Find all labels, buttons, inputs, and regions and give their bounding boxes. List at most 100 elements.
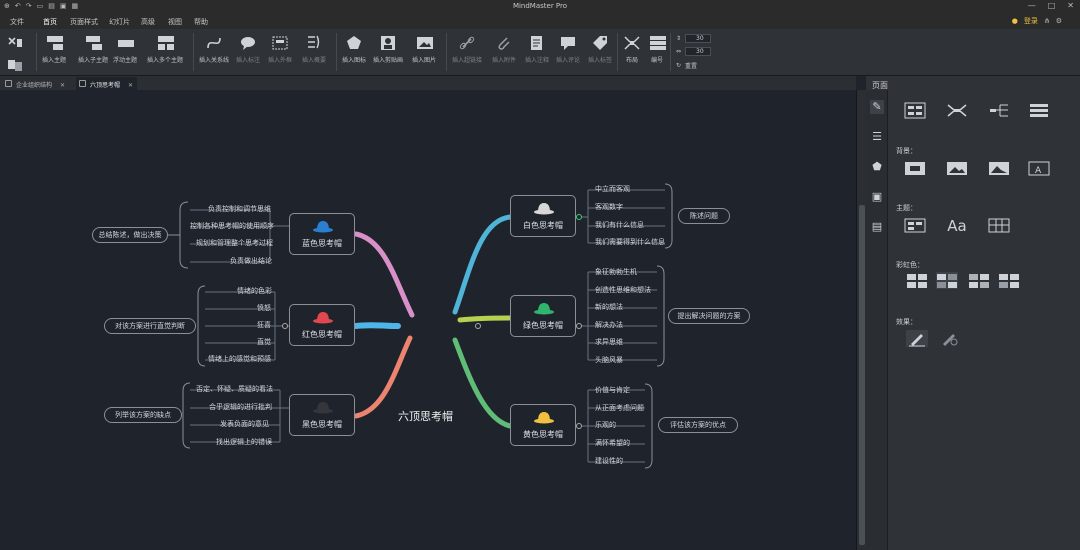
canvas-scrollbar[interactable] xyxy=(856,90,866,550)
insert-icon-button[interactable]: 插入图标 xyxy=(342,34,366,64)
login-link[interactable]: 登录 xyxy=(1024,16,1038,26)
theme-font-option[interactable]: Aa xyxy=(946,217,968,235)
background-option-3[interactable] xyxy=(988,160,1010,177)
insert-topic-button[interactable]: 插入主题 xyxy=(42,34,66,64)
numbering-button[interactable]: 编号 xyxy=(648,34,666,64)
menu-slides[interactable]: 幻灯片 xyxy=(109,17,130,27)
green-item-3[interactable]: 新的想法 xyxy=(595,302,623,312)
red-hat-node[interactable]: 红色思考帽 xyxy=(289,304,355,346)
insert-boundary-button[interactable]: 插入外框 xyxy=(268,34,292,64)
red-item-3[interactable]: 狂喜 xyxy=(257,320,271,330)
close-tab-icon[interactable]: ✕ xyxy=(60,82,65,89)
menu-home[interactable]: 首页 xyxy=(43,17,57,27)
green-item-2[interactable]: 创造性思维和想法 xyxy=(595,285,651,295)
white-summary[interactable]: 陈述问题 xyxy=(678,208,730,224)
yellow-item-1[interactable]: 价值与肯定 xyxy=(595,385,630,395)
vertical-spacing-input[interactable]: 30 xyxy=(685,47,712,56)
white-hat-node[interactable]: 白色思考帽 xyxy=(510,195,576,237)
blue-item-2[interactable]: 控制各种思考帽的使用顺序 xyxy=(190,221,274,231)
insert-callout-button[interactable]: 插入标注 xyxy=(236,34,260,64)
background-option-4[interactable]: A xyxy=(1028,160,1050,177)
insert-relationship-button[interactable]: 插入关系线 xyxy=(199,34,229,64)
black-item-2[interactable]: 合乎逻辑的进行批判 xyxy=(209,402,272,412)
yellow-item-3[interactable]: 乐观的 xyxy=(595,420,616,430)
red-item-2[interactable]: 愤怒 xyxy=(257,303,271,313)
yellow-item-5[interactable]: 建设性的 xyxy=(595,456,623,466)
green-item-1[interactable]: 象征勃勃生机 xyxy=(595,267,637,277)
reset-button[interactable]: ↻ 重置 xyxy=(676,61,697,70)
insert-comment-button[interactable]: 插入评论 xyxy=(556,34,580,64)
yellow-hat-node[interactable]: 黄色思考帽 xyxy=(510,404,576,446)
black-item-4[interactable]: 找出逻辑上的错误 xyxy=(216,437,272,447)
insert-image-button[interactable]: 插入图片 xyxy=(412,34,436,64)
effect-option-2[interactable] xyxy=(938,330,960,347)
settings-icon[interactable]: ⚙ xyxy=(1056,17,1062,25)
insert-summary-button[interactable]: 插入概要 xyxy=(302,34,326,64)
blue-item-4[interactable]: 负责做出结论 xyxy=(230,256,272,266)
black-item-1[interactable]: 否定、怀疑、质疑的看法 xyxy=(196,384,273,394)
red-item-5[interactable]: 情绪上的感觉和预感 xyxy=(208,354,271,364)
close-button[interactable]: ✕ xyxy=(1067,1,1074,10)
blue-item-1[interactable]: 负责控制和调节思维 xyxy=(208,204,271,214)
green-item-6[interactable]: 头脑风暴 xyxy=(595,355,623,365)
page-format-icon[interactable]: ✎ xyxy=(870,100,884,114)
theme-option-3[interactable] xyxy=(988,217,1010,234)
blue-summary[interactable]: 总结陈述，做出决策 xyxy=(92,227,168,243)
white-item-3[interactable]: 我们有什么信息 xyxy=(595,220,644,230)
white-item-2[interactable]: 客观数字 xyxy=(595,202,623,212)
clipboard-button[interactable] xyxy=(6,56,24,77)
yellow-item-2[interactable]: 从正面考虑问题 xyxy=(595,403,644,413)
insert-attachment-button[interactable]: 插入附件 xyxy=(492,34,516,64)
menu-page-style[interactable]: 页面样式 xyxy=(70,17,98,27)
mindmap-canvas[interactable]: 六顶思考帽 蓝色思考帽 负责控制和调节思维 控制各种思考帽的使用顺序 规划和管理… xyxy=(0,90,856,550)
tab-six-hats[interactable]: 六顶思考帽 ✕ xyxy=(76,77,137,90)
black-summary[interactable]: 列举该方案的缺点 xyxy=(104,407,182,423)
task-icon[interactable]: ▤ xyxy=(870,220,884,234)
icon-library-icon[interactable]: ⬟ xyxy=(870,160,884,174)
scrollbar-thumb[interactable] xyxy=(859,205,865,545)
horizontal-spacing-input[interactable]: 30 xyxy=(685,34,712,43)
green-item-4[interactable]: 解决办法 xyxy=(595,320,623,330)
blue-item-3[interactable]: 规划和管理整个思考过程 xyxy=(196,238,273,248)
background-option-2[interactable] xyxy=(946,160,968,177)
white-item-1[interactable]: 中立而客观 xyxy=(595,184,630,194)
layout-button[interactable]: 布局 xyxy=(623,34,641,64)
menu-file[interactable]: 文件 xyxy=(10,17,24,27)
theme-option-1[interactable] xyxy=(904,217,926,234)
insert-note-button[interactable]: 插入注释 xyxy=(525,34,549,64)
close-tab-icon[interactable]: ✕ xyxy=(128,82,133,89)
menu-view[interactable]: 视图 xyxy=(168,17,182,27)
rainbow-option-3[interactable] xyxy=(968,272,990,289)
tab-org-structure[interactable]: 企业组织结构 ✕ xyxy=(2,77,69,90)
white-item-4[interactable]: 我们需要得到什么信息 xyxy=(595,237,665,247)
yellow-summary[interactable]: 评估该方案的优点 xyxy=(658,417,738,433)
layout-option-2[interactable] xyxy=(946,102,968,119)
minimize-button[interactable]: — xyxy=(1028,1,1036,10)
black-hat-node[interactable]: 黑色思考帽 xyxy=(289,394,355,436)
rainbow-option-1[interactable] xyxy=(906,272,928,289)
menu-help[interactable]: 帮助 xyxy=(194,17,208,27)
green-item-5[interactable]: 求异思维 xyxy=(595,337,623,347)
insert-tag-button[interactable]: 插入标签 xyxy=(588,34,612,64)
background-option-1[interactable] xyxy=(904,160,926,177)
layout-option-4[interactable] xyxy=(1028,102,1050,119)
layout-option-1[interactable] xyxy=(904,102,926,119)
green-summary[interactable]: 提出解决问题的方案 xyxy=(668,308,750,324)
outline-icon[interactable]: ☰ xyxy=(870,130,884,144)
layout-option-3[interactable] xyxy=(988,102,1010,119)
share-icon[interactable]: ⋔ xyxy=(1044,17,1050,25)
effect-option-1[interactable] xyxy=(906,330,928,347)
rainbow-option-4[interactable] xyxy=(998,272,1020,289)
menu-advanced[interactable]: 高级 xyxy=(141,17,155,27)
green-hat-node[interactable]: 绿色思考帽 xyxy=(510,295,576,337)
blue-hat-node[interactable]: 蓝色思考帽 xyxy=(289,213,355,255)
central-topic[interactable]: 六顶思考帽 xyxy=(398,408,453,424)
red-summary[interactable]: 对该方案进行直觉判断 xyxy=(104,318,196,334)
format-painter-button[interactable] xyxy=(6,34,24,55)
black-item-3[interactable]: 发表负面的意见 xyxy=(220,419,269,429)
insert-subtopic-button[interactable]: 插入子主题 xyxy=(78,34,108,64)
insert-multiple-topics-button[interactable]: 插入多个主题 xyxy=(147,34,183,64)
insert-clipart-button[interactable]: 插入剪贴画 xyxy=(373,34,403,64)
red-item-1[interactable]: 情绪的色彩 xyxy=(237,286,272,296)
maximize-button[interactable]: □ xyxy=(1048,1,1056,10)
